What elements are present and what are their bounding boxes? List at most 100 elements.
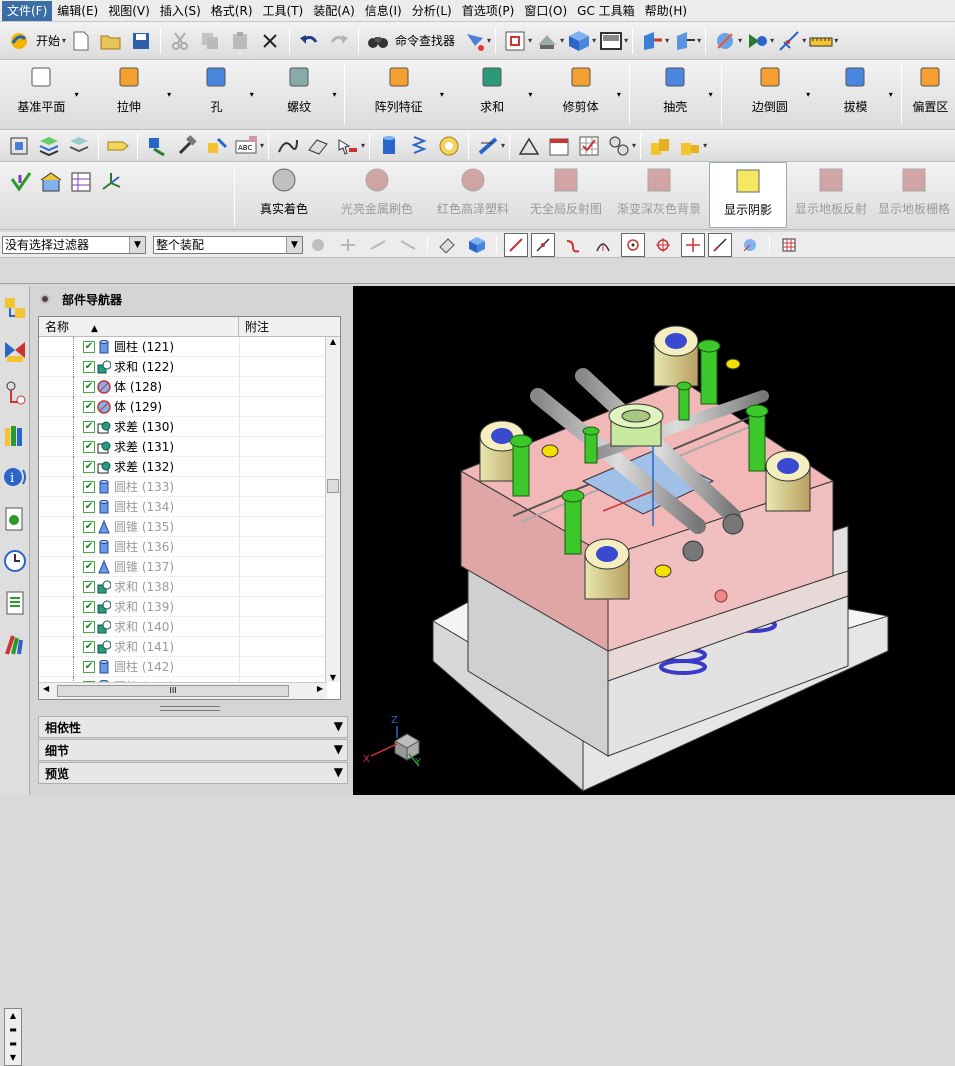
feature-button-0[interactable]: 基准平面 ▾: [0, 60, 83, 130]
history-icon[interactable]: [2, 546, 28, 576]
open-folder-icon[interactable]: [99, 29, 123, 53]
move-component-icon[interactable]: [205, 134, 229, 158]
menu-item-4[interactable]: 格式(R): [206, 1, 258, 21]
midpoint-snap-icon[interactable]: [531, 232, 555, 257]
render-option-3[interactable]: 无全局反射图: [523, 162, 609, 228]
start-icon[interactable]: [7, 29, 31, 53]
surface-icon[interactable]: [306, 134, 330, 158]
visibility-checkbox[interactable]: ✔: [83, 380, 95, 393]
tree-row[interactable]: ✔ 求和 (122): [39, 356, 327, 377]
center-snap-icon[interactable]: [621, 232, 645, 257]
chevron-down-icon[interactable]: ▾: [332, 90, 336, 99]
visibility-checkbox[interactable]: ✔: [83, 660, 95, 673]
snap-point-c-icon[interactable]: [396, 233, 420, 257]
info-icon[interactable]: i: [2, 462, 28, 492]
redo-icon[interactable]: [327, 29, 351, 53]
curve-icon[interactable]: [276, 134, 300, 158]
visibility-checkbox[interactable]: ✔: [83, 600, 95, 613]
view-eraser-icon[interactable]: [435, 233, 459, 257]
start-button[interactable]: 开始: [36, 32, 60, 49]
calendar-icon[interactable]: [547, 134, 571, 158]
tree-row[interactable]: ✔ 圆柱 (136): [39, 536, 327, 557]
grid-snap-icon[interactable]: [777, 233, 801, 257]
constraint-navigator-icon[interactable]: [2, 336, 28, 366]
tree-row[interactable]: ✔ 圆柱 (142): [39, 656, 327, 677]
reuse-library-icon[interactable]: [2, 420, 28, 450]
grid-check-icon[interactable]: [577, 134, 601, 158]
hscroll-thumb[interactable]: III: [57, 685, 289, 697]
tree-vertical-scrollbar[interactable]: ▲ ▼: [325, 337, 340, 682]
column-name-header[interactable]: 名称 ▲: [39, 317, 239, 336]
quadrant-snap-icon[interactable]: [651, 233, 675, 257]
visibility-checkbox[interactable]: ✔: [83, 360, 95, 373]
spring-tool-icon[interactable]: [476, 134, 500, 158]
chevron-down-icon[interactable]: ▾: [709, 90, 713, 99]
visibility-checkbox[interactable]: ✔: [83, 340, 95, 353]
chevron-down-icon[interactable]: ▾: [806, 90, 810, 99]
chevron-down-icon[interactable]: ▾: [528, 90, 532, 99]
mold-base-icon[interactable]: [648, 134, 672, 158]
resource-bar-scroller[interactable]: ▲ ▬ ▬ ▼: [4, 1008, 22, 1066]
menu-item-11[interactable]: GC 工具箱: [572, 1, 640, 21]
undo-icon[interactable]: [297, 29, 321, 53]
selection-icon[interactable]: [462, 29, 486, 53]
visibility-checkbox[interactable]: ✔: [83, 580, 95, 593]
select-filter-dropdown[interactable]: 没有选择过滤器 ▼: [2, 235, 146, 254]
menu-item-8[interactable]: 分析(L): [407, 1, 457, 21]
feature-button-2[interactable]: 孔 ▾: [175, 60, 258, 130]
layer-icon[interactable]: [37, 134, 61, 158]
shaded-cube-icon[interactable]: [567, 29, 591, 53]
tree-row[interactable]: ✔ 求和 (138): [39, 576, 327, 597]
visibility-checkbox[interactable]: ✔: [83, 640, 95, 653]
feature-button-8[interactable]: 边倒圆 ▾: [726, 60, 815, 130]
feature-button-10[interactable]: 偏置区: [906, 60, 955, 130]
chevron-down-icon[interactable]: ▾: [889, 90, 893, 99]
palette-icon[interactable]: [2, 630, 28, 660]
menu-item-10[interactable]: 窗口(O): [519, 1, 572, 21]
clip-view-icon[interactable]: [672, 29, 696, 53]
chevron-down-icon[interactable]: ▾: [250, 90, 254, 99]
render-option-0[interactable]: 真实着色: [241, 162, 327, 228]
hammer-icon[interactable]: [175, 134, 199, 158]
tree-row[interactable]: ✔ 体 (129): [39, 396, 327, 417]
layer-settings-icon[interactable]: [67, 134, 91, 158]
chevron-down-icon[interactable]: ▾: [75, 90, 79, 99]
render-option-5[interactable]: 显示阴影: [709, 162, 787, 228]
tree-row[interactable]: ✔ 求差 (130): [39, 416, 327, 437]
system-materials-icon[interactable]: [2, 588, 28, 618]
tree-row[interactable]: ✔ 求和 (139): [39, 596, 327, 617]
analysis-icon[interactable]: [713, 29, 737, 53]
tree-row[interactable]: ✔ 圆锥 (137): [39, 556, 327, 577]
pointer-icon[interactable]: [336, 134, 360, 158]
triangle-icon[interactable]: [517, 134, 541, 158]
menu-item-0[interactable]: 文件(F): [2, 0, 53, 21]
measure-icon[interactable]: [809, 29, 833, 53]
menu-item-5[interactable]: 工具(T): [258, 1, 309, 21]
column-note-header[interactable]: 附注: [239, 317, 269, 336]
cut-icon[interactable]: [168, 29, 192, 53]
tree-row[interactable]: ✔ 求差 (132): [39, 456, 327, 477]
render-option-6[interactable]: 显示地板反射: [791, 162, 871, 228]
table-icon[interactable]: [69, 170, 93, 194]
visibility-checkbox[interactable]: ✔: [83, 460, 95, 473]
panel-splitter[interactable]: [160, 706, 220, 711]
feature-button-4[interactable]: 阵列特征 ▾: [349, 60, 447, 130]
delete-icon[interactable]: [258, 29, 282, 53]
checkmark-v-icon[interactable]: [9, 170, 33, 194]
render-option-1[interactable]: 光亮金属刷色: [331, 162, 423, 228]
component-icon[interactable]: [145, 134, 169, 158]
intersection-snap-icon[interactable]: [681, 232, 705, 257]
chevron-down-icon[interactable]: ▾: [167, 90, 171, 99]
section-view-icon[interactable]: [640, 29, 664, 53]
chevron-down-icon[interactable]: ▾: [440, 90, 444, 99]
chevron-down-icon[interactable]: ▾: [617, 90, 621, 99]
visibility-checkbox[interactable]: ✔: [83, 500, 95, 513]
binoculars-icon[interactable]: [366, 29, 390, 53]
text-edit-icon[interactable]: ABC: [235, 134, 259, 158]
axes-icon[interactable]: [99, 170, 123, 194]
house-icon[interactable]: [39, 170, 63, 194]
visibility-checkbox[interactable]: ✔: [83, 480, 95, 493]
line-snap-icon[interactable]: [504, 232, 528, 257]
graphics-viewport[interactable]: Z X Y: [353, 286, 955, 795]
point-on-curve-icon[interactable]: [708, 232, 732, 257]
